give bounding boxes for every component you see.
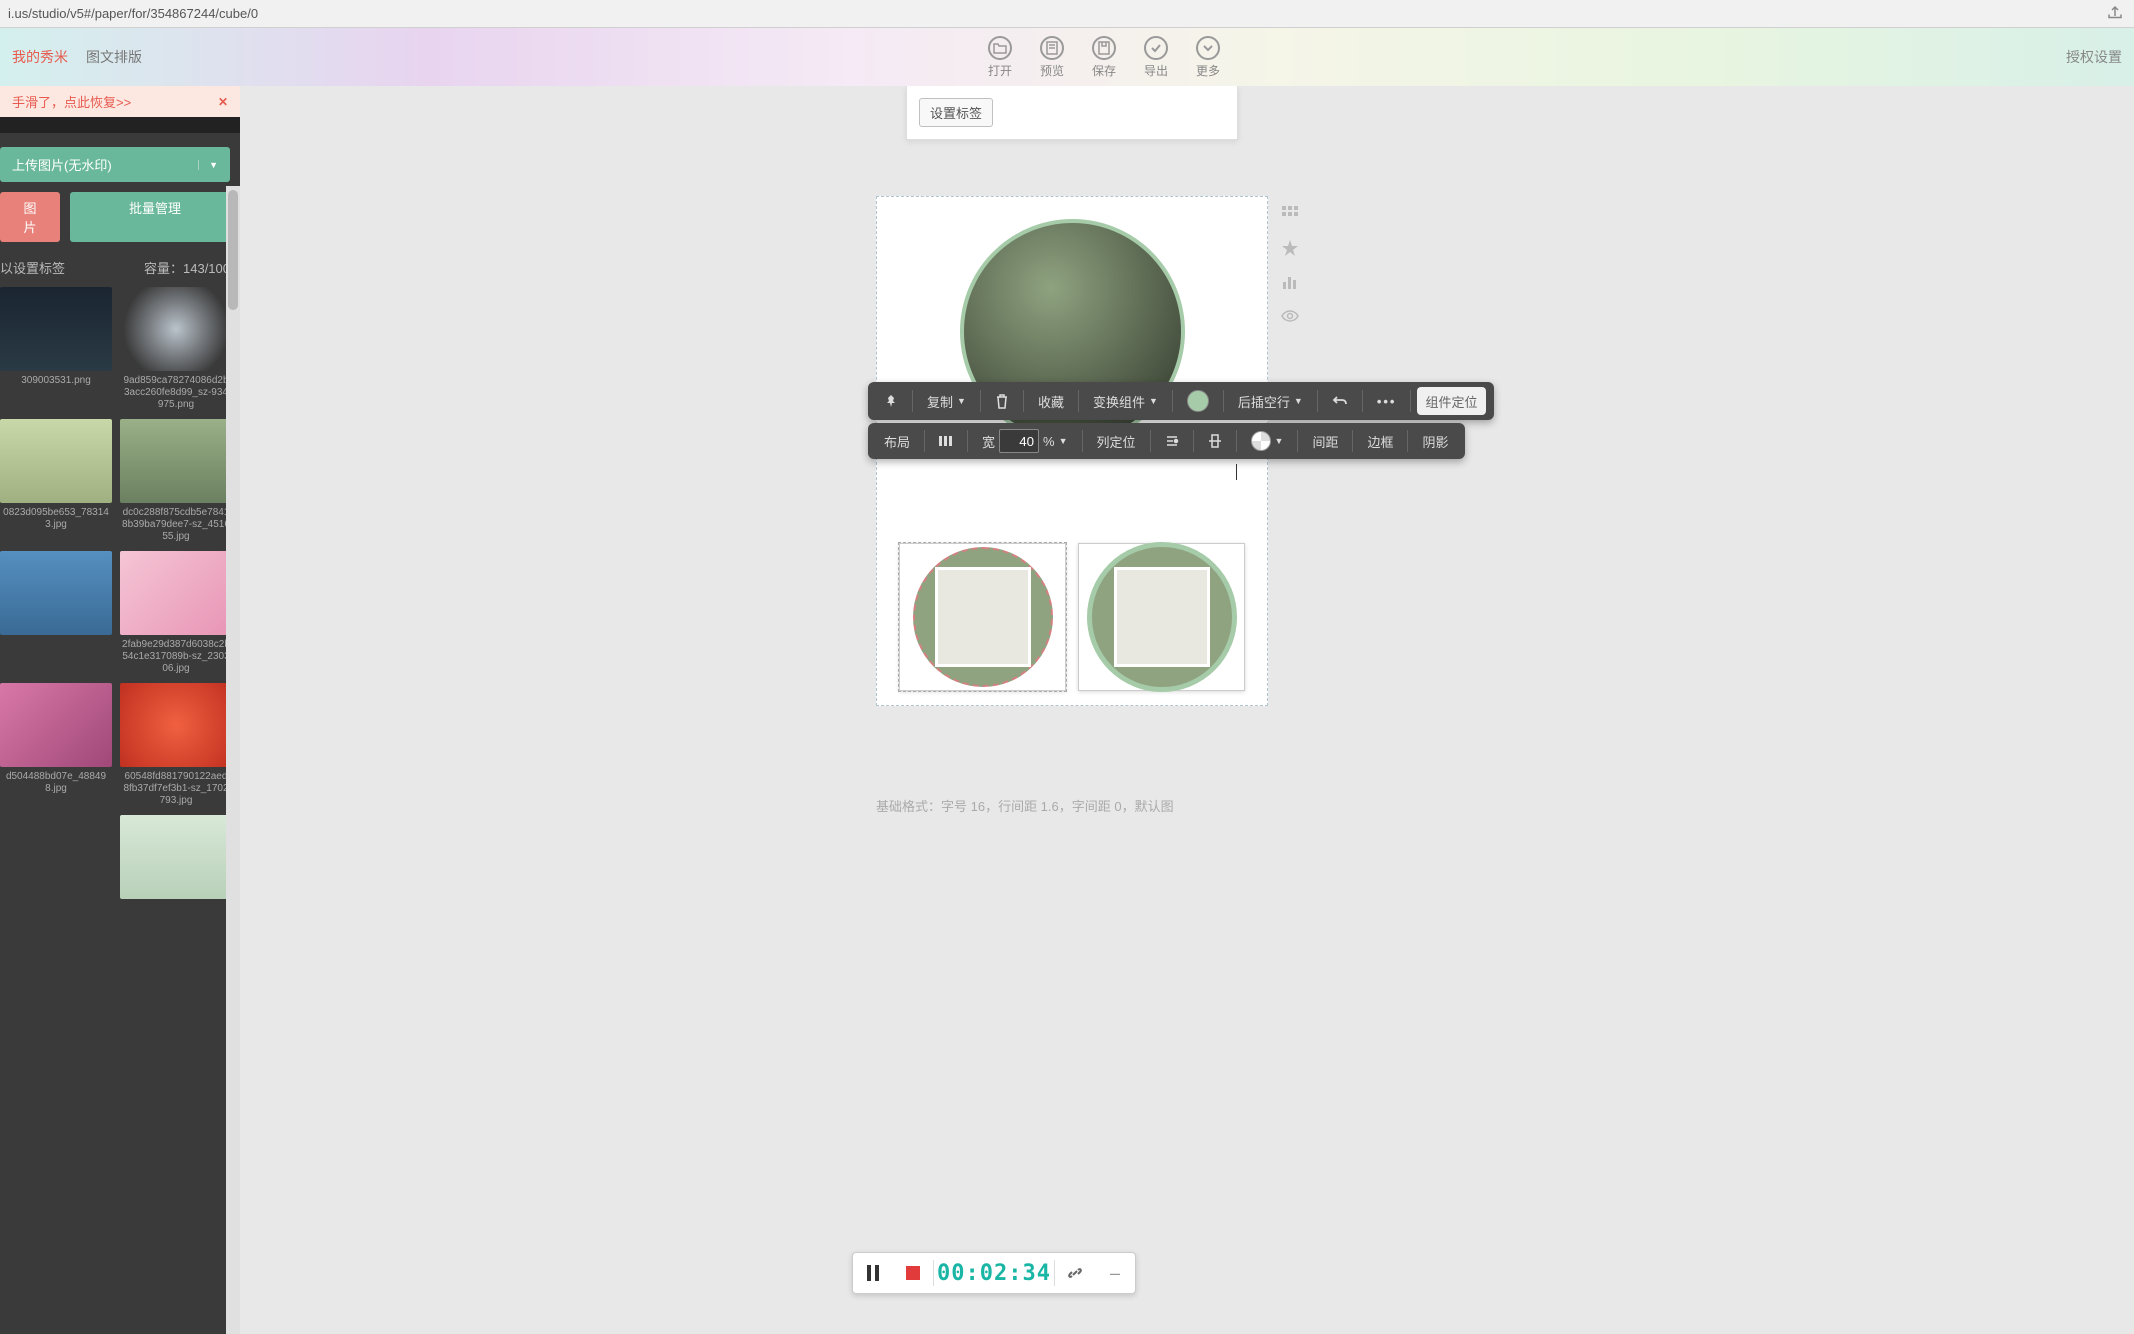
set-tag-button[interactable]: 设置标签: [919, 98, 993, 127]
chevron-down-icon[interactable]: ▼: [198, 160, 218, 170]
tag-setting-label[interactable]: 以设置标签: [0, 258, 65, 277]
pin-icon[interactable]: [876, 382, 906, 420]
recorder-time: 00:02:34: [934, 1261, 1054, 1286]
gallery-thumbnail[interactable]: [120, 815, 232, 899]
thumbnail-filename: 309003531.png: [19, 375, 93, 387]
thumbnail-frame-2[interactable]: [1078, 543, 1245, 691]
url-input[interactable]: [8, 6, 2106, 21]
page-tag-panel: 设置标签: [906, 86, 1238, 140]
column-position-button[interactable]: 列定位: [1089, 423, 1144, 459]
copy-button[interactable]: 复制 ▼: [919, 382, 974, 420]
auth-settings[interactable]: 授权设置: [2066, 47, 2122, 67]
upload-button[interactable]: 上传图片(无水印) ▼: [0, 147, 230, 182]
recorder-bar: 00:02:34 –: [852, 1252, 1136, 1294]
more-button[interactable]: 更多: [1196, 36, 1220, 79]
gallery-thumbnail[interactable]: 0823d095be653_783143.jpg: [0, 419, 112, 543]
gallery-thumbnail[interactable]: dc0c288f875cdb5e78418b39ba79dee7-sz_4516…: [120, 419, 232, 543]
thumbnail-filename: dc0c288f875cdb5e78418b39ba79dee7-sz_4516…: [120, 507, 232, 543]
favorite-button[interactable]: 收藏: [1030, 382, 1072, 420]
link-icon[interactable]: [1055, 1264, 1095, 1282]
gallery-thumbnail[interactable]: 60548fd881790122aed8fb37df7ef3b1-sz_1702…: [120, 683, 232, 807]
close-icon[interactable]: ✕: [218, 95, 228, 109]
gallery-thumbnail[interactable]: 309003531.png: [0, 287, 112, 411]
undo-banner: 手滑了，点此恢复>> ✕: [0, 86, 240, 117]
undo-link[interactable]: 手滑了，点此恢复>>: [12, 92, 131, 111]
layout-button[interactable]: 布局: [876, 423, 918, 459]
chevron-down-icon: [1196, 36, 1220, 60]
capacity: 容量：143/100: [144, 258, 230, 277]
scrollbar[interactable]: [226, 186, 240, 1334]
image-button[interactable]: 图片: [0, 192, 60, 242]
gallery-thumbnail[interactable]: 2fab9e29d387d6038c2b54c1e317089b-sz_2303…: [120, 551, 232, 675]
save-button[interactable]: 保存: [1092, 36, 1116, 79]
preview-button[interactable]: 预览: [1040, 36, 1064, 79]
component-toolbar: 复制 ▼ 收藏 变换组件 ▼ 后插空行 ▼ ••• 组件定位: [868, 382, 1494, 420]
save-icon: [1092, 36, 1116, 60]
thumbnail-filename: d504488bd07e_488498.jpg: [0, 771, 112, 795]
text-cursor: [1236, 464, 1237, 480]
export-button[interactable]: 导出: [1144, 36, 1168, 79]
folder-icon: [988, 36, 1012, 60]
thumbnail-filename: 0823d095be653_783143.jpg: [0, 507, 112, 531]
open-button[interactable]: 打开: [988, 36, 1012, 79]
align-icon[interactable]: [1157, 423, 1187, 459]
thumbnail-filename: 2fab9e29d387d6038c2b54c1e317089b-sz_2303…: [120, 639, 232, 675]
delete-icon[interactable]: [987, 382, 1017, 420]
bg-color-picker[interactable]: ▼: [1243, 423, 1292, 459]
transform-button[interactable]: 变换组件 ▼: [1085, 382, 1166, 420]
check-icon: [1144, 36, 1168, 60]
more-icon[interactable]: •••: [1369, 382, 1405, 420]
canvas-area[interactable]: 设置标签 复制 ▼: [256, 86, 2134, 1334]
share-icon[interactable]: [2106, 4, 2126, 24]
color-swatch[interactable]: [1179, 382, 1217, 420]
layout-mode[interactable]: 图文排版: [86, 47, 142, 67]
spacing-button[interactable]: 间距: [1304, 423, 1346, 459]
columns-icon[interactable]: [931, 423, 961, 459]
batch-manage-button[interactable]: 批量管理: [70, 192, 240, 242]
eye-icon[interactable]: [1280, 306, 1300, 326]
valign-icon[interactable]: [1200, 423, 1230, 459]
star-icon[interactable]: [1280, 238, 1300, 258]
gallery-thumbnail[interactable]: d504488bd07e_488498.jpg: [0, 683, 112, 807]
width-control: 宽 % ▼: [974, 423, 1076, 459]
minimize-icon[interactable]: –: [1095, 1263, 1135, 1284]
shadow-button[interactable]: 阴影: [1414, 423, 1456, 459]
chart-icon[interactable]: [1280, 272, 1300, 292]
sidebar: 手滑了，点此恢复>> ✕ 上传图片(无水印) ▼ 图片 批量管理 以设置标签 容…: [0, 86, 240, 1334]
chevron-down-icon[interactable]: ▼: [1059, 436, 1068, 446]
locate-component-button[interactable]: 组件定位: [1417, 387, 1485, 415]
gallery-thumbnail[interactable]: 9ad859ca78274086d2b3acc260fe8d99_sz-9349…: [120, 287, 232, 411]
stop-button[interactable]: [893, 1266, 933, 1280]
thumbnail-filename: 9ad859ca78274086d2b3acc260fe8d99_sz-9349…: [120, 375, 232, 411]
footer-format-text: 基础格式：字号 16，行间距 1.6，字间距 0，默认图: [876, 796, 1174, 815]
grid-icon[interactable]: [1280, 204, 1300, 224]
sidebar-nav-strip: [0, 117, 240, 133]
document-icon: [1040, 36, 1064, 60]
browser-url-bar: [0, 0, 2134, 28]
image-gallery[interactable]: 309003531.png 9ad859ca78274086d2b3acc260f…: [0, 287, 240, 1334]
layout-toolbar: 布局 宽 % ▼ 列定位 ▼ 间距 边框 阴影: [868, 423, 1465, 459]
undo-icon[interactable]: [1324, 382, 1356, 420]
brand-link[interactable]: 我的秀米: [12, 47, 68, 67]
insert-row-after-button[interactable]: 后插空行 ▼: [1230, 382, 1311, 420]
border-button[interactable]: 边框: [1359, 423, 1401, 459]
thumbnail-filename: 60548fd881790122aed8fb37df7ef3b1-sz_1702…: [120, 771, 232, 807]
pause-button[interactable]: [853, 1265, 893, 1281]
width-input[interactable]: [999, 429, 1039, 453]
app-header: 我的秀米 图文排版 打开 预览 保存 导出 更多 授权设置: [0, 28, 2134, 86]
thumbnail-frame-1[interactable]: [899, 543, 1066, 691]
gallery-thumbnail[interactable]: [0, 551, 112, 675]
right-tool-strip: [1280, 204, 1300, 326]
gallery-thumbnail[interactable]: [0, 815, 112, 899]
